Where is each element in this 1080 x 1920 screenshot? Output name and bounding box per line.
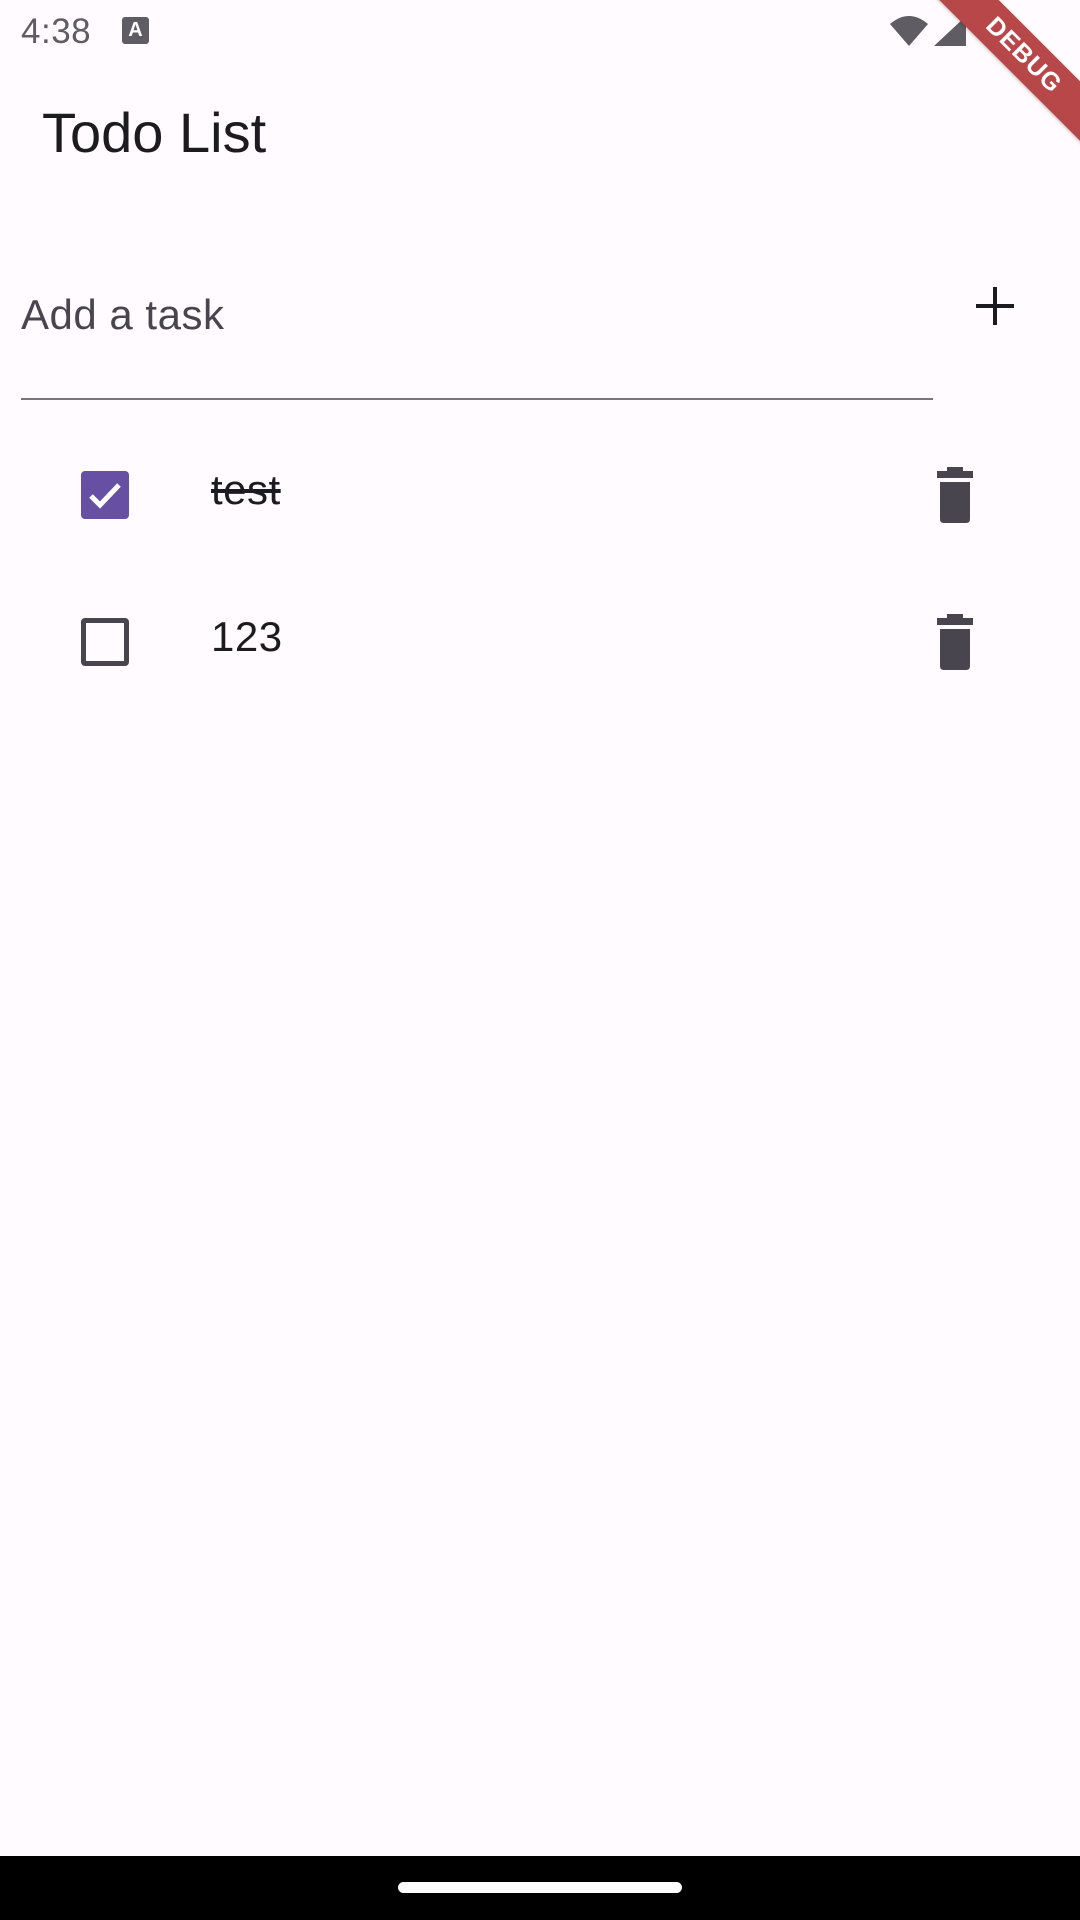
delete-task-button[interactable] xyxy=(922,459,988,531)
todo-screen: 4:38 A DEBUG Todo List Add a task test 1… xyxy=(0,0,1080,1920)
trash-icon xyxy=(937,467,973,523)
text-a-icon: A xyxy=(122,17,149,44)
task-row: 123 xyxy=(0,567,1080,714)
page-title: Todo List xyxy=(42,101,267,164)
delete-task-button[interactable] xyxy=(922,606,988,678)
status-icons-svg xyxy=(890,14,1007,48)
task-row: test xyxy=(0,420,1080,567)
navigation-bar xyxy=(0,1856,1080,1920)
check-icon xyxy=(89,483,121,509)
battery-icon xyxy=(989,14,1007,48)
task-checkbox[interactable] xyxy=(81,471,129,519)
add-task-button[interactable] xyxy=(955,266,1035,346)
task-title: test xyxy=(211,466,281,513)
status-icons xyxy=(888,14,1038,50)
status-time: 4:38 xyxy=(21,12,92,51)
task-checkbox[interactable] xyxy=(81,618,129,666)
task-title: 123 xyxy=(211,613,283,660)
home-handle[interactable] xyxy=(398,1882,682,1893)
trash-icon xyxy=(937,614,973,670)
signal-icon xyxy=(934,16,966,46)
status-bar: 4:38 A xyxy=(0,0,1080,64)
task-list: test 123 xyxy=(0,420,1080,714)
plus-icon xyxy=(976,287,1014,325)
wifi-icon xyxy=(890,16,928,46)
add-task-input[interactable] xyxy=(21,270,933,400)
